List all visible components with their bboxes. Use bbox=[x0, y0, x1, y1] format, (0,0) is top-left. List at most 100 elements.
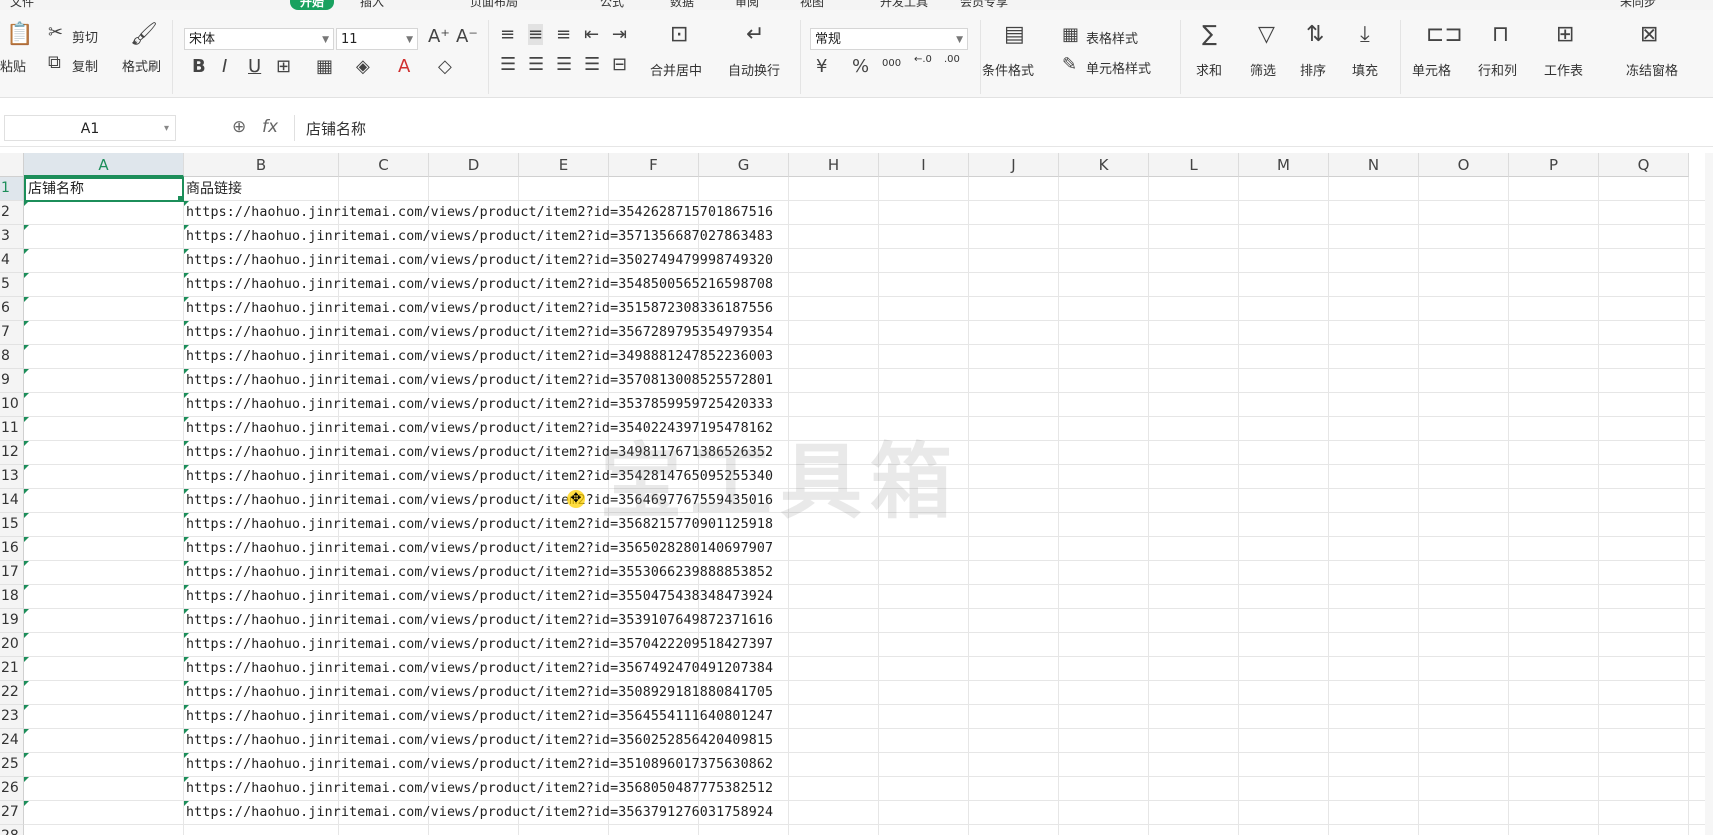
row-header[interactable]: 3 bbox=[0, 225, 24, 249]
fill-button[interactable]: 填充 bbox=[1352, 60, 1378, 79]
product-link-cell[interactable]: https://haohuo.jinritemai.com/views/prod… bbox=[186, 225, 773, 249]
sum-button[interactable]: 求和 bbox=[1196, 60, 1222, 79]
product-link-cell[interactable]: https://haohuo.jinritemai.com/views/prod… bbox=[186, 321, 773, 345]
column-header-q[interactable]: Q bbox=[1599, 153, 1689, 177]
row-header[interactable]: 4 bbox=[0, 249, 24, 273]
menu-tab-formula[interactable]: 公式 bbox=[600, 0, 624, 10]
product-link-cell[interactable]: https://haohuo.jinritemai.com/views/prod… bbox=[186, 249, 773, 273]
conditional-format-icon[interactable]: ▤ bbox=[1004, 22, 1025, 47]
worksheet-icon[interactable]: ⊞ bbox=[1556, 22, 1574, 47]
clear-icon[interactable]: ◇ bbox=[438, 56, 452, 77]
select-all-corner[interactable] bbox=[0, 153, 24, 177]
product-link-cell[interactable]: https://haohuo.jinritemai.com/views/prod… bbox=[186, 681, 773, 705]
align-center-icon[interactable]: ☰ bbox=[528, 54, 544, 75]
copy-button[interactable]: 复制 bbox=[72, 56, 98, 75]
worksheet-button[interactable]: 工作表 bbox=[1544, 60, 1583, 79]
row-header[interactable]: 13 bbox=[0, 465, 24, 489]
filter-button[interactable]: 筛选 bbox=[1250, 60, 1276, 79]
italic-icon[interactable]: I bbox=[222, 56, 227, 77]
cell-icon[interactable]: ⊏⊐ bbox=[1426, 22, 1463, 47]
decrease-decimal-icon[interactable]: .00 bbox=[944, 54, 960, 65]
row-header[interactable]: 20 bbox=[0, 633, 24, 657]
product-link-cell[interactable]: https://haohuo.jinritemai.com/views/prod… bbox=[186, 561, 773, 585]
copy-icon[interactable]: ⧉ bbox=[48, 52, 61, 73]
row-header[interactable]: 1 bbox=[0, 177, 24, 201]
row-header[interactable]: 15 bbox=[0, 513, 24, 537]
column-header-p[interactable]: P bbox=[1509, 153, 1599, 177]
align-bottom-icon[interactable]: ≡ bbox=[556, 24, 571, 45]
merge-center-button[interactable]: 合并居中 bbox=[650, 60, 702, 79]
row-header[interactable]: 17 bbox=[0, 561, 24, 585]
cell-b1[interactable]: 商品链接 bbox=[186, 177, 242, 201]
row-header[interactable]: 18 bbox=[0, 585, 24, 609]
column-header-b[interactable]: B bbox=[184, 153, 339, 177]
row-header[interactable]: 2 bbox=[0, 201, 24, 225]
product-link-cell[interactable]: https://haohuo.jinritemai.com/views/prod… bbox=[186, 297, 773, 321]
column-header-o[interactable]: O bbox=[1419, 153, 1509, 177]
column-header-m[interactable]: M bbox=[1239, 153, 1329, 177]
menu-tab-view[interactable]: 视图 bbox=[800, 0, 824, 10]
wrap-text-icon[interactable]: ↵ bbox=[746, 22, 764, 47]
cell-style-button[interactable]: 单元格样式 bbox=[1086, 58, 1151, 77]
percent-button[interactable]: % bbox=[852, 56, 869, 77]
row-header[interactable]: 14 bbox=[0, 489, 24, 513]
product-link-cell[interactable]: https://haohuo.jinritemai.com/views/prod… bbox=[186, 393, 773, 417]
cell-pattern-icon[interactable]: ▦ bbox=[316, 56, 333, 77]
align-middle-icon[interactable]: ≡ bbox=[528, 24, 544, 45]
row-header[interactable]: 19 bbox=[0, 609, 24, 633]
row-header[interactable]: 7 bbox=[0, 321, 24, 345]
indent-decrease-icon[interactable]: ⇤ bbox=[584, 24, 599, 45]
row-header[interactable]: 27 bbox=[0, 801, 24, 825]
menu-tab-insert[interactable]: 插入 bbox=[360, 0, 384, 10]
product-link-cell[interactable]: https://haohuo.jinritemai.com/views/prod… bbox=[186, 345, 773, 369]
conditional-format-button[interactable]: 条件格式 bbox=[982, 60, 1034, 79]
column-header-e[interactable]: E bbox=[519, 153, 609, 177]
justify-icon[interactable]: ☰ bbox=[584, 54, 600, 75]
product-link-cell[interactable]: https://haohuo.jinritemai.com/views/prod… bbox=[186, 705, 773, 729]
fx-icon[interactable]: fx bbox=[262, 117, 278, 137]
menu-tab-home[interactable]: 开始 bbox=[290, 0, 335, 10]
column-header-h[interactable]: H bbox=[789, 153, 879, 177]
row-header[interactable]: 11 bbox=[0, 417, 24, 441]
row-header[interactable]: 28 bbox=[0, 825, 24, 835]
font-color-icon[interactable]: A bbox=[398, 56, 410, 77]
align-top-icon[interactable]: ≡ bbox=[500, 24, 515, 45]
format-painter-icon[interactable]: 🖌 bbox=[130, 22, 158, 47]
rows-cols-button[interactable]: 行和列 bbox=[1478, 60, 1517, 79]
table-style-icon[interactable]: ▦ bbox=[1062, 24, 1079, 45]
cut-button[interactable]: 剪切 bbox=[72, 27, 98, 46]
font-size-select[interactable]: 11 ▼ bbox=[336, 28, 418, 50]
column-header-j[interactable]: J bbox=[969, 153, 1059, 177]
decrease-font-icon[interactable]: A⁻ bbox=[456, 26, 478, 47]
product-link-cell[interactable]: https://haohuo.jinritemai.com/views/prod… bbox=[186, 609, 773, 633]
bold-icon[interactable]: B bbox=[192, 56, 206, 77]
product-link-cell[interactable]: https://haohuo.jinritemai.com/views/prod… bbox=[186, 753, 773, 777]
formula-input[interactable] bbox=[294, 115, 1713, 141]
align-right-icon[interactable]: ☰ bbox=[556, 54, 572, 75]
filter-icon[interactable]: ▽ bbox=[1258, 22, 1275, 47]
row-header[interactable]: 26 bbox=[0, 777, 24, 801]
row-header[interactable]: 12 bbox=[0, 441, 24, 465]
rows-cols-icon[interactable]: ⊓ bbox=[1492, 22, 1509, 47]
column-header-i[interactable]: I bbox=[879, 153, 969, 177]
merge-center-icon[interactable]: ⊡ bbox=[670, 22, 688, 47]
distribute-icon[interactable]: ⊟ bbox=[612, 54, 627, 75]
row-header[interactable]: 9 bbox=[0, 369, 24, 393]
fill-handle[interactable] bbox=[178, 196, 184, 202]
column-header-n[interactable]: N bbox=[1329, 153, 1419, 177]
row-header[interactable]: 24 bbox=[0, 729, 24, 753]
menu-tab-data[interactable]: 数据 bbox=[670, 0, 694, 10]
menu-tab-review[interactable]: 审阅 bbox=[735, 0, 759, 10]
row-header[interactable]: 6 bbox=[0, 297, 24, 321]
border-icon[interactable]: ⊞ bbox=[276, 56, 291, 77]
underline-icon[interactable]: U bbox=[248, 56, 261, 77]
fill-icon[interactable]: ⤓ bbox=[1360, 22, 1370, 47]
row-header[interactable]: 5 bbox=[0, 273, 24, 297]
column-header-a[interactable]: A bbox=[24, 153, 184, 177]
fill-color-icon[interactable]: ◈ bbox=[356, 56, 370, 77]
sum-icon[interactable]: ∑ bbox=[1202, 22, 1217, 47]
column-header-f[interactable]: F bbox=[609, 153, 699, 177]
row-header[interactable]: 16 bbox=[0, 537, 24, 561]
zoom-formula-icon[interactable]: ⊕ bbox=[232, 117, 246, 137]
product-link-cell[interactable]: https://haohuo.jinritemai.com/views/prod… bbox=[186, 201, 773, 225]
